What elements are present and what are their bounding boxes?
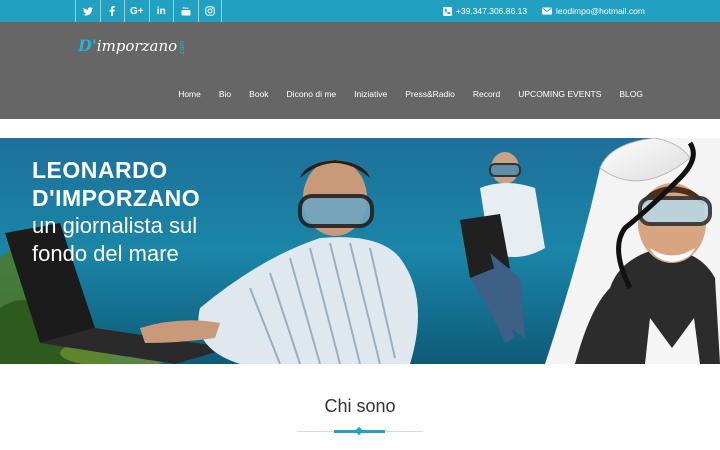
logo-prefix: D' xyxy=(78,36,97,55)
email-address: leodimpo@hotmail.com xyxy=(556,6,645,16)
site-header: D'imporzano .com Home Bio Book Dicono di… xyxy=(0,22,720,119)
main-nav: Home Bio Book Dicono di me Iniziative Pr… xyxy=(160,89,643,99)
phone-contact[interactable]: +39.347.306.86.13 xyxy=(442,6,528,16)
hero-line-2: D'IMPORZANO xyxy=(32,185,201,211)
phone-number: +39.347.306.86.13 xyxy=(455,6,528,16)
instagram-icon[interactable] xyxy=(197,0,222,22)
logo-name: imporzano xyxy=(96,37,178,55)
nav-press-radio[interactable]: Press&Radio xyxy=(405,89,455,99)
phone-icon xyxy=(442,6,452,16)
hero-banner: LEONARDO D'IMPORZANO un giornalista sul … xyxy=(0,138,720,364)
site-logo[interactable]: D'imporzano .com xyxy=(78,36,186,60)
svg-text:You: You xyxy=(181,6,188,10)
google-plus-icon[interactable]: G+ xyxy=(124,0,149,22)
nav-dicono-di-me[interactable]: Dicono di me xyxy=(287,89,337,99)
nav-blog[interactable]: BLOG xyxy=(619,89,643,99)
nav-bio[interactable]: Bio xyxy=(219,89,231,99)
nav-iniziative[interactable]: Iniziative xyxy=(354,89,387,99)
nav-home[interactable]: Home xyxy=(178,89,201,99)
nav-upcoming-events[interactable]: UPCOMING EVENTS xyxy=(518,89,601,99)
section-title: Chi sono xyxy=(324,396,396,416)
hero-line-1: LEONARDO xyxy=(32,157,168,183)
social-links: G+ in You xyxy=(75,0,222,22)
logo-suffix: .com xyxy=(179,40,186,56)
chi-sono-section: Chi sono xyxy=(0,396,720,417)
envelope-icon xyxy=(542,7,553,15)
nav-record[interactable]: Record xyxy=(473,89,500,99)
twitter-icon[interactable] xyxy=(75,0,100,22)
hero-line-3: un giornalista sul xyxy=(32,213,198,238)
facebook-icon[interactable] xyxy=(99,0,125,22)
divider-diamond xyxy=(354,426,364,436)
contact-info: +39.347.306.86.13 leodimpo@hotmail.com xyxy=(428,0,645,22)
hero-line-4: fondo del mare xyxy=(32,241,179,266)
nav-book[interactable]: Book xyxy=(249,89,268,99)
linkedin-icon[interactable]: in xyxy=(148,0,174,22)
top-bar: G+ in You +39.347.306.86.13 leodimpo@hot… xyxy=(0,0,720,22)
title-divider xyxy=(297,426,423,436)
youtube-icon[interactable]: You xyxy=(173,0,198,22)
email-contact[interactable]: leodimpo@hotmail.com xyxy=(542,6,645,16)
hero-headline: LEONARDO D'IMPORZANO un giornalista sul … xyxy=(32,156,200,268)
